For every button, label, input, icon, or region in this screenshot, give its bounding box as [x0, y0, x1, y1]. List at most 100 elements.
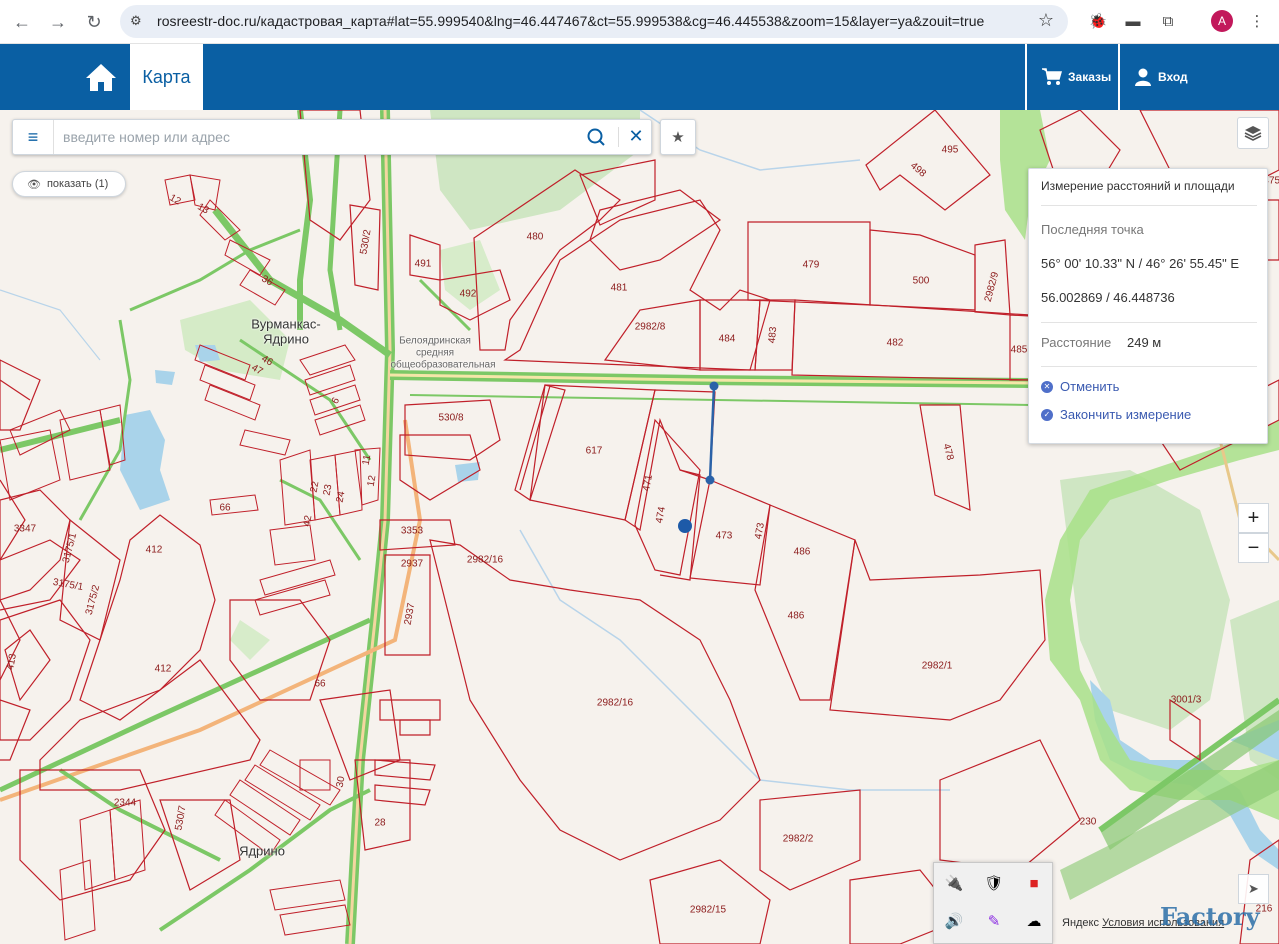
parcel-label[interactable]: 24: [335, 491, 348, 504]
parcel-label[interactable]: 2982/8: [635, 322, 666, 333]
parcel-label[interactable]: 22: [309, 481, 322, 494]
parcel-label[interactable]: 230: [1080, 817, 1097, 828]
parcel-label[interactable]: 42: [302, 515, 315, 528]
bookmark-star-icon[interactable]: ☆: [1038, 10, 1054, 31]
cancel-icon: ✕: [1041, 380, 1053, 393]
parcel-label[interactable]: 2982/1: [922, 661, 953, 672]
cloud-sync-icon[interactable]: ☁: [1020, 907, 1048, 935]
parcel-label[interactable]: 480: [527, 232, 544, 243]
parcel-label[interactable]: 486: [788, 611, 805, 622]
parcel-label[interactable]: 2982/16: [597, 698, 633, 709]
divider: [1041, 205, 1257, 206]
login-label: Вход: [1158, 70, 1188, 84]
parcel-label[interactable]: 2344: [114, 798, 136, 809]
home-icon[interactable]: [82, 58, 120, 96]
distance-label: Расстояние: [1041, 335, 1112, 350]
close-icon[interactable]: ✕: [625, 124, 647, 148]
extensions-puzzle-icon[interactable]: ⧉: [1157, 10, 1179, 32]
parcel-label[interactable]: 500: [913, 276, 930, 287]
extension-hat-icon[interactable]: ▬: [1122, 10, 1144, 32]
place-label: средняя: [415, 347, 455, 359]
parcel-label[interactable]: 3001/3: [1171, 695, 1202, 706]
parcel-label[interactable]: 484: [719, 334, 736, 345]
parcel-label[interactable]: 483: [767, 326, 779, 344]
parcel-label[interactable]: 11: [361, 454, 374, 466]
parcel-label[interactable]: 492: [460, 289, 477, 300]
parcel-label[interactable]: 491: [415, 259, 432, 270]
eye-icon: 👁: [27, 178, 41, 191]
volume-icon[interactable]: 🔊: [940, 907, 968, 935]
shield-icon[interactable]: 🛡: [980, 869, 1008, 897]
parcel-label[interactable]: 66: [314, 679, 325, 690]
orders-link[interactable]: Заказы: [1042, 44, 1111, 110]
search-divider: [618, 127, 619, 147]
site-header: Карта Заказы Вход: [0, 44, 1279, 110]
orders-label: Заказы: [1068, 70, 1112, 84]
show-button[interactable]: 👁 показать (1): [12, 171, 126, 197]
parcel-label[interactable]: 28: [374, 818, 385, 829]
parcel-label[interactable]: 617: [586, 446, 603, 457]
parcel-label[interactable]: 3347: [14, 524, 36, 535]
extension-icon[interactable]: 🐞: [1087, 10, 1109, 32]
browser-menu-icon[interactable]: ⋮: [1246, 10, 1268, 32]
menu-icon[interactable]: ≡: [13, 120, 54, 154]
parcel-label[interactable]: 485: [1011, 345, 1028, 356]
parcel-label[interactable]: 473: [716, 531, 733, 542]
parcel-label[interactable]: 66: [219, 503, 230, 514]
url-text[interactable]: rosreestr-doc.ru/кадастровая_карта#lat=5…: [157, 13, 984, 29]
zoom-in-button[interactable]: +: [1238, 503, 1269, 533]
tab-map[interactable]: Карта: [130, 44, 203, 110]
divider: [1041, 366, 1257, 367]
layers-icon: [1244, 126, 1262, 141]
favorites-star-button[interactable]: ★: [660, 119, 696, 155]
search-input[interactable]: [63, 126, 583, 148]
locate-icon[interactable]: ➤: [1238, 874, 1269, 904]
check-icon: ✓: [1041, 408, 1053, 421]
pen-icon[interactable]: ✎: [980, 907, 1008, 935]
search-icon[interactable]: [585, 126, 607, 148]
place-label: Ядрино: [263, 331, 309, 347]
place-label: Вурманкас-: [251, 316, 321, 332]
login-link[interactable]: Вход: [1134, 44, 1188, 110]
forward-icon[interactable]: →: [44, 8, 72, 36]
parcel-label[interactable]: 412: [146, 545, 163, 556]
back-icon[interactable]: ←: [8, 8, 36, 36]
finish-measurement-button[interactable]: ✓ Закончить измерение: [1041, 407, 1191, 422]
zoom-out-button[interactable]: −: [1238, 533, 1269, 563]
address-bar[interactable]: ⚙ rosreestr-doc.ru/кадастровая_карта#lat…: [120, 5, 1068, 38]
parcel-label[interactable]: 2937: [401, 559, 423, 570]
parcel-label[interactable]: 482: [887, 338, 904, 349]
parcel-label[interactable]: 495: [942, 145, 959, 156]
cancel-label: Отменить: [1060, 379, 1120, 394]
site-settings-icon[interactable]: ⚙: [130, 13, 148, 31]
layers-button[interactable]: [1237, 117, 1269, 149]
header-divider: [1118, 44, 1120, 110]
parcel-label[interactable]: 2982/16: [467, 555, 503, 566]
parcel-label[interactable]: 481: [611, 283, 628, 294]
parcel-label[interactable]: 12: [366, 475, 379, 488]
profile-avatar[interactable]: A: [1211, 10, 1233, 32]
parcel-label[interactable]: 412: [155, 664, 172, 675]
coords-dms: 56° 00' 10.33" N / 46° 26' 55.45" E: [1041, 256, 1240, 271]
usb-icon[interactable]: 🔌: [940, 869, 968, 897]
remote-app-icon[interactable]: ■: [1020, 869, 1048, 897]
parcel-label[interactable]: 486: [794, 547, 811, 558]
system-tray-popup: 🔌 🛡 ■ 🔊 ✎ ☁: [933, 862, 1053, 944]
cancel-button[interactable]: ✕ Отменить: [1041, 379, 1119, 394]
parcel-label[interactable]: 479: [803, 260, 820, 271]
place-label: общеобразовательная: [390, 359, 496, 371]
reload-icon[interactable]: ↻: [80, 8, 108, 36]
watermark-text: Factory: [1160, 902, 1260, 931]
place-label: Белоядринская: [399, 335, 471, 347]
parcel-label[interactable]: 530/8: [438, 413, 463, 424]
parcel-label[interactable]: 2982/2: [783, 834, 814, 845]
parcel-label[interactable]: 3353: [401, 526, 423, 537]
parcel-label[interactable]: 30: [335, 776, 348, 789]
parcel-label[interactable]: 2982/15: [690, 905, 726, 916]
parcel-label[interactable]: 23: [322, 484, 335, 497]
measurement-title: Измерение расстояний и площади: [1041, 179, 1235, 193]
last-point-label: Последняя точка: [1041, 222, 1144, 237]
browser-toolbar: ← → ↻ ⚙ rosreestr-doc.ru/кадастровая_кар…: [0, 0, 1279, 44]
coords-decimal: 56.002869 / 46.448736: [1041, 290, 1175, 305]
divider: [1041, 322, 1257, 323]
